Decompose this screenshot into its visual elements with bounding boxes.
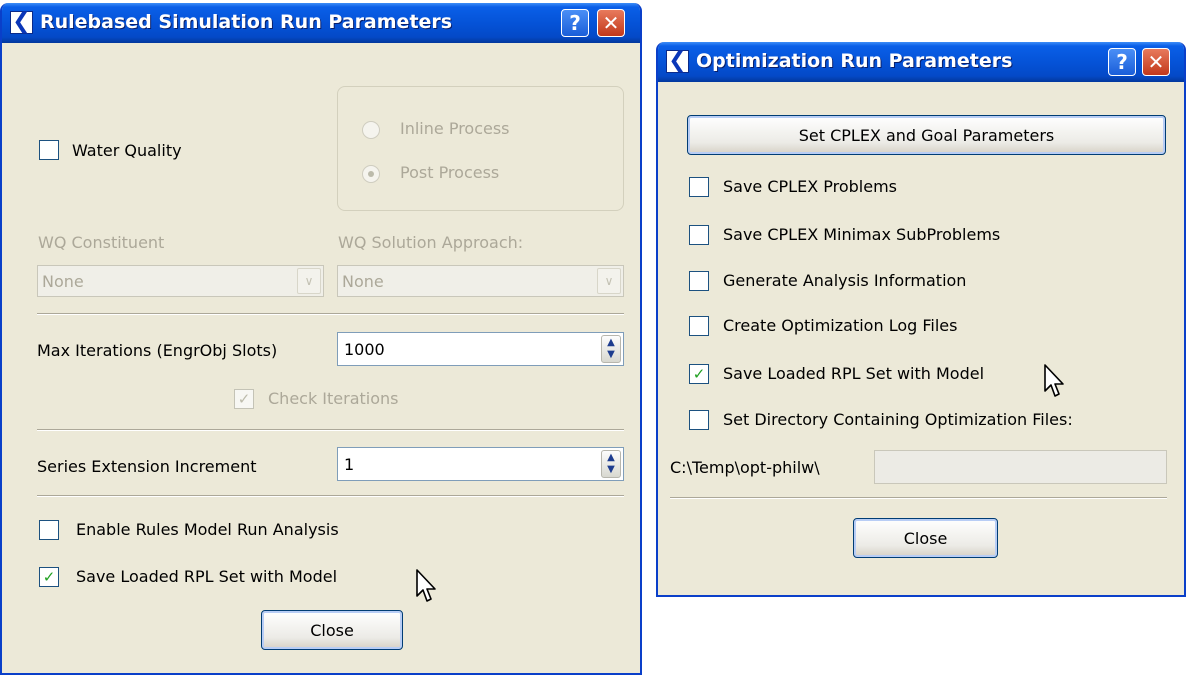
checkmark-icon: ✓ (692, 365, 706, 383)
close-window-button[interactable]: ✕ (1142, 48, 1170, 76)
close-window-button[interactable]: ✕ (597, 9, 625, 37)
optimization-window-title: Optimization Run Parameters (696, 50, 1013, 72)
set-directory-checkbox[interactable] (689, 410, 709, 430)
close-button-label: Close (903, 529, 948, 548)
checkmark-icon: ✓ (237, 390, 251, 408)
checkmark-icon: ✓ (42, 568, 56, 586)
directory-path-label: C:\Temp\opt-philw\ (670, 458, 820, 477)
rulebased-run-parameters-window: ❮ Rulebased Simulation Run Parameters ? … (0, 3, 642, 675)
inline-process-label: Inline Process (400, 119, 510, 138)
save-cplex-problems-label: Save CPLEX Problems (723, 177, 897, 196)
optimization-content: Set CPLEX and Goal Parameters Save CPLEX… (658, 82, 1184, 595)
series-extension-spinner[interactable]: 1 ▲ ▼ (337, 447, 624, 481)
check-iterations-checkbox: ✓ (234, 389, 254, 409)
set-cplex-goal-parameters-button[interactable]: Set CPLEX and Goal Parameters (687, 115, 1166, 155)
help-button[interactable]: ? (1108, 48, 1136, 76)
divider (37, 429, 624, 431)
radio-dot (368, 171, 374, 177)
enable-rules-analysis-checkbox[interactable] (39, 520, 59, 540)
water-quality-label: Water Quality (72, 141, 182, 160)
inline-process-radio (362, 121, 380, 139)
help-icon: ? (569, 11, 581, 35)
set-directory-label: Set Directory Containing Optimization Fi… (723, 410, 1073, 429)
help-icon: ? (1116, 50, 1128, 74)
optimization-run-parameters-window: ❮ Optimization Run Parameters ? ✕ Set CP… (656, 42, 1186, 597)
wq-constituent-select: None ∨ (37, 265, 324, 297)
post-process-label: Post Process (400, 163, 500, 182)
divider (37, 495, 624, 497)
save-cplex-problems-checkbox[interactable] (689, 177, 709, 197)
generate-analysis-info-label: Generate Analysis Information (723, 271, 967, 290)
divider (37, 313, 624, 315)
series-extension-value: 1 (344, 455, 355, 474)
save-loaded-rpl-checkbox[interactable]: ✓ (689, 364, 709, 384)
post-process-radio (362, 165, 380, 183)
create-optimization-log-label: Create Optimization Log Files (723, 316, 958, 335)
divider (670, 497, 1167, 499)
save-loaded-rpl-label: Save Loaded RPL Set with Model (723, 364, 985, 383)
series-extension-label: Series Extension Increment (37, 457, 257, 476)
riverware-logo-icon: ❮ (666, 50, 689, 73)
spinner-arrows-icon[interactable]: ▲ ▼ (601, 335, 621, 363)
max-iterations-spinner[interactable]: 1000 ▲ ▼ (337, 332, 624, 366)
optimization-titlebar[interactable]: ❮ Optimization Run Parameters ? ✕ (658, 42, 1184, 82)
save-cplex-minimax-label: Save CPLEX Minimax SubProblems (723, 225, 1001, 244)
mouse-pointer-icon (416, 569, 436, 602)
wq-constituent-label: WQ Constituent (38, 233, 165, 252)
riverware-logo-icon: ❮ (10, 11, 33, 34)
rulebased-window-title: Rulebased Simulation Run Parameters (40, 11, 453, 33)
close-button[interactable]: Close (853, 518, 998, 558)
mouse-pointer-icon (1044, 364, 1064, 397)
process-groupbox (337, 86, 624, 211)
wq-solution-approach-value: None (342, 272, 384, 291)
check-iterations-label: Check Iterations (268, 389, 399, 408)
chevron-down-icon: ∨ (297, 268, 321, 294)
save-cplex-minimax-checkbox[interactable] (689, 225, 709, 245)
save-loaded-rpl-checkbox[interactable]: ✓ (39, 567, 59, 587)
directory-path-field (874, 450, 1167, 484)
rulebased-content: Water Quality Inline Process Post Proces… (2, 43, 640, 673)
set-cplex-goal-parameters-label: Set CPLEX and Goal Parameters (798, 126, 1055, 145)
generate-analysis-info-checkbox[interactable] (689, 271, 709, 291)
max-iterations-value: 1000 (344, 340, 385, 359)
create-optimization-log-checkbox[interactable] (689, 316, 709, 336)
spinner-arrows-icon[interactable]: ▲ ▼ (601, 450, 621, 478)
close-icon: ✕ (602, 11, 620, 35)
close-icon: ✕ (1147, 50, 1165, 74)
wq-solution-approach-label: WQ Solution Approach: (338, 233, 524, 252)
save-loaded-rpl-label: Save Loaded RPL Set with Model (76, 567, 338, 586)
water-quality-checkbox[interactable] (39, 140, 59, 160)
help-button[interactable]: ? (561, 9, 589, 37)
wq-solution-approach-select: None ∨ (337, 265, 624, 297)
rulebased-titlebar[interactable]: ❮ Rulebased Simulation Run Parameters ? … (2, 3, 640, 43)
chevron-down-icon: ∨ (597, 268, 621, 294)
close-button[interactable]: Close (261, 610, 403, 650)
enable-rules-analysis-label: Enable Rules Model Run Analysis (76, 520, 339, 539)
wq-constituent-value: None (42, 272, 84, 291)
close-button-label: Close (310, 621, 354, 640)
max-iterations-label: Max Iterations (EngrObj Slots) (37, 341, 278, 360)
